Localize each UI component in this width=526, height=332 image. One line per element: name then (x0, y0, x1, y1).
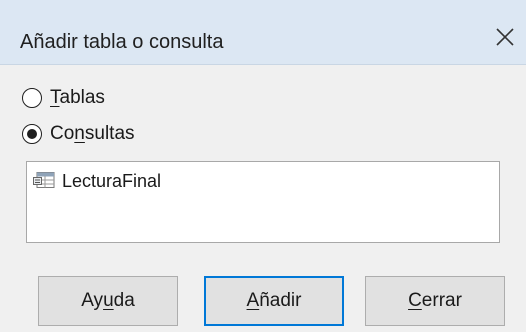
radio-selected-dot (27, 129, 37, 139)
help-button[interactable]: Ay u da (38, 276, 178, 326)
radio-consultas-circle[interactable] (22, 124, 42, 144)
radio-tablas-circle[interactable] (22, 88, 42, 108)
query-listbox[interactable]: LecturaFinal (26, 161, 500, 243)
radio-consultas[interactable]: Consultas (22, 121, 135, 147)
add-button[interactable]: Añadir (204, 276, 344, 326)
radio-tablas[interactable]: Tablas (22, 85, 105, 111)
radio-tablas-label: Tablas (50, 87, 105, 108)
dialog-title: Añadir tabla o consulta (20, 31, 224, 53)
list-item-label: LecturaFinal (62, 170, 162, 191)
dialog-titlebar: Añadir tabla o consulta (0, 0, 526, 65)
close-button[interactable] (490, 22, 520, 52)
list-item-lecturafinal[interactable]: LecturaFinal (33, 170, 161, 192)
query-icon (33, 172, 55, 188)
close-icon (496, 28, 514, 46)
radio-consultas-label: Consultas (50, 123, 135, 144)
close-dialog-button[interactable]: Cerrar (365, 276, 505, 326)
